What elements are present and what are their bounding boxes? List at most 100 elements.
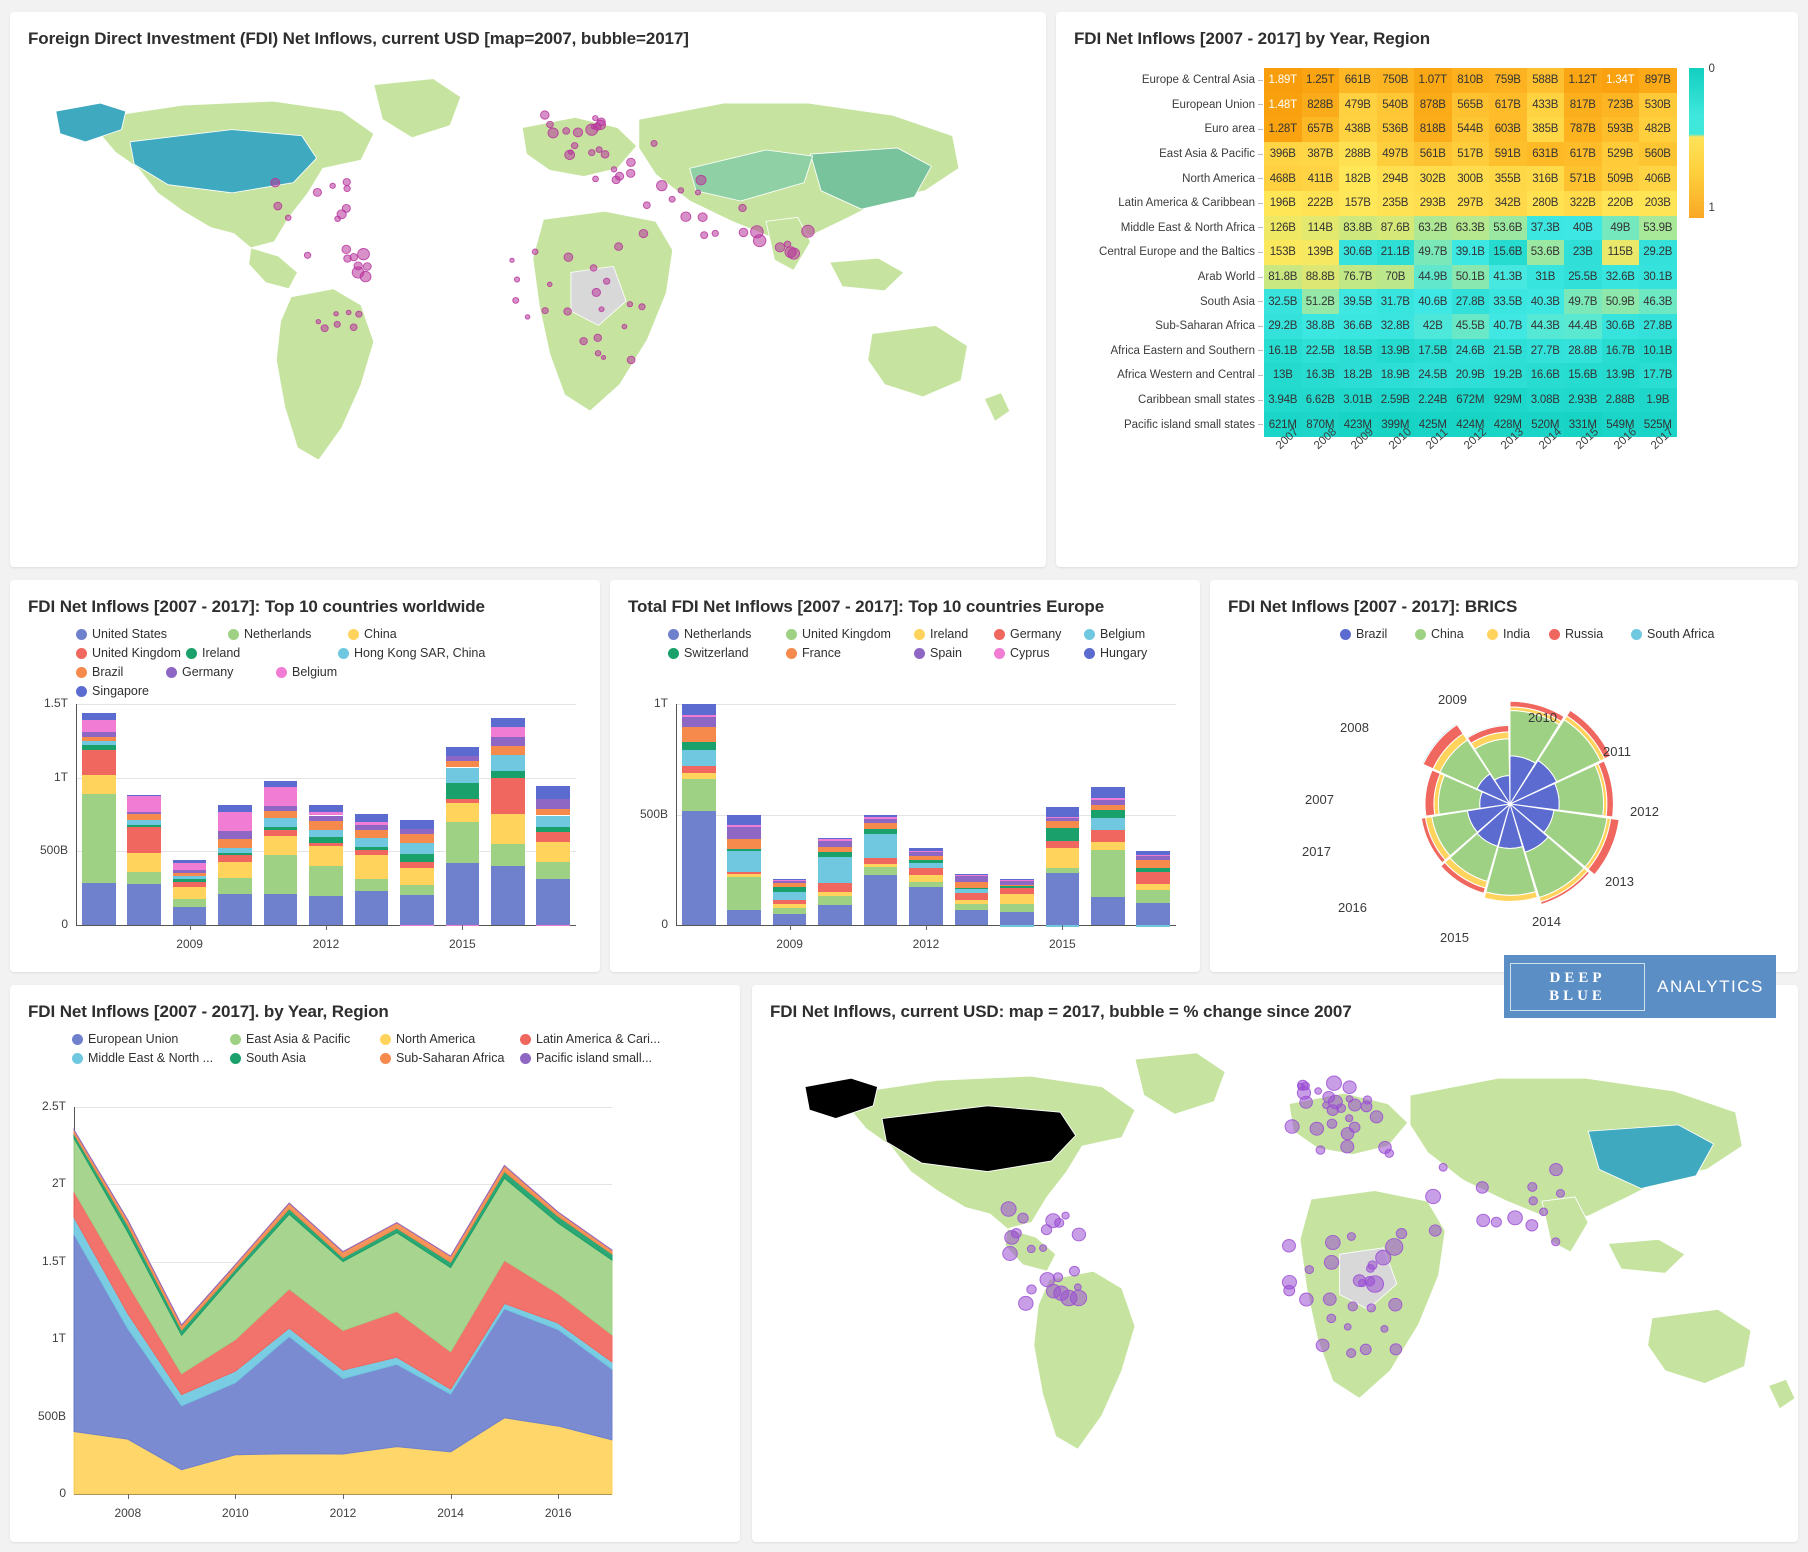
heatmap-cell[interactable]: 51.2B [1301,289,1339,314]
map-bubble[interactable] [600,150,610,159]
heatmap-cell[interactable]: 17.5B [1414,338,1452,364]
map-bubble[interactable] [1000,1201,1017,1217]
bar-segment[interactable] [681,779,716,811]
bar-segment[interactable] [172,887,207,899]
map-bubble[interactable] [596,117,606,127]
map-bubble[interactable] [1282,1239,1296,1253]
map-bubble[interactable] [680,211,692,222]
map-bubble[interactable] [700,231,709,240]
heatmap-cell[interactable]: 37.3B [1526,215,1564,241]
heatmap-cell[interactable]: 6.62B [1301,387,1339,413]
legend-item[interactable]: Brazil [1340,627,1415,641]
map-bubble[interactable] [1322,1292,1337,1306]
bar-segment[interactable] [400,828,434,834]
heatmap-cell[interactable]: 49.7B [1564,289,1602,314]
legend-item[interactable]: Germany [994,627,1084,641]
heatmap-cell[interactable]: 342B [1489,190,1527,216]
bar-segment[interactable] [127,824,161,828]
bar-segment[interactable] [309,812,343,816]
bar-segment[interactable] [909,887,943,925]
heatmap-cell[interactable]: 2.88B [1601,387,1639,413]
bar-segment[interactable] [263,805,298,811]
bar-segment[interactable] [772,904,807,908]
heatmap-cell[interactable]: 355B [1489,166,1527,191]
bar-segment[interactable] [727,814,761,825]
map-bubble[interactable] [600,355,607,361]
heatmap-cell[interactable]: 20.9B [1451,363,1489,388]
bar-segment[interactable] [727,848,761,852]
world-map-top[interactable] [10,12,1046,567]
bar-segment[interactable] [909,863,943,868]
map-bubble[interactable] [1300,1081,1310,1091]
map-bubble[interactable] [1326,1075,1342,1091]
bar-segment[interactable] [1000,878,1034,880]
bar-segment[interactable] [954,904,989,910]
legend-item[interactable]: Belgium [276,665,428,679]
heatmap-cell[interactable]: 2.93B [1564,387,1602,413]
heatmap-cell[interactable]: 617B [1564,141,1602,167]
legend-item[interactable]: Pacific island small... [520,1051,670,1065]
heatmap-cell[interactable]: 723B [1601,92,1639,118]
map-bubble[interactable] [626,157,636,167]
heatmap-cell[interactable]: 509B [1601,166,1639,191]
bar-segment[interactable] [127,883,161,925]
legend-item[interactable]: Brazil [76,665,166,679]
bar-segment[interactable] [445,798,480,803]
legend-item[interactable]: Ireland [914,627,994,641]
heatmap-cell[interactable]: 30.1B [1639,264,1677,290]
heatmap-cell[interactable]: 16.7B [1601,338,1639,364]
bar-segment[interactable] [863,874,898,925]
bar-segment[interactable] [400,833,434,843]
bar-stack[interactable] [172,704,207,925]
bar-segment[interactable] [1136,860,1171,869]
bar-segment[interactable] [909,856,943,860]
bar-segment[interactable] [263,854,298,894]
map-bubble[interactable] [750,225,764,239]
bar-segment[interactable] [681,772,716,779]
heatmap-cell[interactable]: 300B [1451,166,1489,191]
map-bubble[interactable] [1071,1227,1087,1242]
bar-stack[interactable] [818,704,852,925]
bar-segment[interactable] [681,810,716,925]
bar-segment[interactable] [536,841,571,863]
map-bubble[interactable] [595,146,603,153]
map-bubble[interactable] [329,182,336,189]
bar-segment[interactable] [536,785,571,800]
bar-segment[interactable] [536,809,571,816]
bar-segment[interactable] [536,815,571,828]
map-bubble[interactable] [1322,1090,1336,1104]
map-bubble[interactable] [1309,1121,1325,1136]
bar-segment[interactable] [1091,817,1125,831]
heatmap-cell[interactable]: 529B [1601,141,1639,167]
heatmap-cell[interactable]: 280B [1526,190,1564,216]
legend-item[interactable]: United Kingdom [76,646,186,660]
heatmap-cell[interactable]: 593B [1601,117,1639,142]
bar-segment[interactable] [400,842,434,854]
bar-segment[interactable] [954,874,989,875]
bar-segment[interactable] [681,717,716,728]
map-bubble[interactable] [1345,1114,1354,1123]
bar-segment[interactable] [354,813,389,822]
bar-segment[interactable] [218,862,252,879]
legend-item[interactable]: United States [76,627,228,641]
map-bubble[interactable] [1551,1237,1561,1247]
map-bubble[interactable] [362,262,372,271]
legend-item[interactable]: North America [380,1032,520,1046]
legend-item[interactable]: Latin America & Cari... [520,1032,670,1046]
heatmap-cell[interactable]: 810B [1451,68,1489,93]
map-bubble[interactable] [738,203,747,213]
bar-segment[interactable] [1091,804,1125,811]
map-bubble[interactable] [509,257,515,263]
heatmap-cell[interactable]: 32.5B [1264,289,1302,314]
bar-segment[interactable] [536,831,571,842]
bar-segment[interactable] [354,850,389,855]
map-bubble[interactable] [270,177,281,188]
map-bubble[interactable] [1347,1301,1358,1312]
heatmap-cell[interactable]: 29.2B [1264,313,1302,339]
legend-item[interactable]: France [786,646,914,660]
bar-segment[interactable] [218,804,252,812]
heatmap-cell[interactable]: 38.8B [1301,313,1339,339]
heatmap-cell[interactable]: 517B [1451,141,1489,167]
map-bubble[interactable] [1304,1265,1314,1275]
bar-segment[interactable] [1045,872,1080,925]
